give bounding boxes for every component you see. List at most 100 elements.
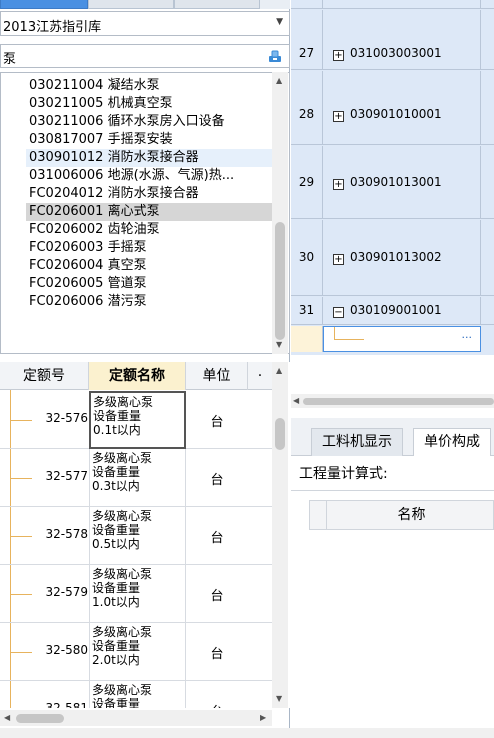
- detail-table-header: 名称: [309, 500, 494, 530]
- table-row-new[interactable]: ···: [291, 326, 494, 352]
- library-select-value: 2013江苏指引库: [3, 20, 102, 35]
- tree-branch: [10, 652, 32, 653]
- search-input-value: 泵: [3, 52, 17, 67]
- list-item[interactable]: FC0206004 真空泵: [26, 257, 147, 275]
- row-code: +030901010001: [323, 71, 481, 144]
- expand-icon[interactable]: +: [333, 50, 344, 61]
- library-tab-1[interactable]: [0, 0, 88, 9]
- table-row[interactable]: 32-579 多级离心泵 设备重量 1.0t以内 台: [0, 565, 272, 623]
- grid-hscroll[interactable]: ◀: [291, 394, 494, 408]
- col-header-more[interactable]: ·: [248, 362, 272, 390]
- row-number: 28: [291, 71, 323, 144]
- row-number: 27: [291, 10, 323, 69]
- expand-icon[interactable]: +: [333, 179, 344, 190]
- row-unit: 台: [210, 415, 224, 430]
- list-item[interactable]: 030211005 机械真空泵: [26, 95, 173, 113]
- table-row[interactable]: 27 +031003003001: [291, 10, 494, 70]
- library-tab-bar: [0, 0, 290, 9]
- table-row[interactable]: 32-581 多级离心泵设备重量 台: [0, 681, 272, 708]
- row-name[interactable]: 多级离心泵 设备重量 0.3t以内: [89, 449, 186, 507]
- table-row[interactable]: 31 −030109001001: [291, 297, 494, 325]
- table-row[interactable]: 32-578 多级离心泵 设备重量 0.5t以内 台: [0, 507, 272, 565]
- library-tab-3[interactable]: [174, 0, 260, 9]
- row-number: [291, 0, 323, 8]
- row-code: 32-577: [45, 469, 88, 483]
- scrollbar-thumb[interactable]: [16, 714, 64, 723]
- list-item[interactable]: 030817007 手摇泵安装: [26, 131, 173, 149]
- tree-branch: [10, 420, 32, 421]
- search-tool-icon[interactable]: [267, 48, 283, 64]
- tab-resources[interactable]: 工料机显示: [311, 428, 403, 456]
- table-row[interactable]: [291, 0, 494, 9]
- table-row[interactable]: 29 +030901013001: [291, 146, 494, 219]
- row-number: 29: [291, 146, 323, 218]
- table-row[interactable]: 30 +030901013002: [291, 220, 494, 296]
- scroll-up-icon[interactable]: ▲: [276, 366, 282, 375]
- col-header-name[interactable]: 名称: [326, 501, 494, 529]
- row-number: 31: [291, 297, 323, 324]
- expand-icon[interactable]: +: [333, 254, 344, 265]
- table-row[interactable]: 28 +030901010001: [291, 71, 494, 145]
- scroll-left-icon[interactable]: ◀: [293, 396, 299, 405]
- list-item-selected[interactable]: FC0206001 离心式泵: [26, 203, 272, 221]
- quota-table-hscroll[interactable]: ◀ ▶: [0, 710, 272, 726]
- divider: [291, 490, 494, 491]
- list-item[interactable]: FC0206006 潜污泵: [26, 293, 147, 311]
- scroll-down-icon[interactable]: ▼: [276, 694, 282, 703]
- table-row[interactable]: 32-580 多级离心泵 设备重量 2.0t以内 台: [0, 623, 272, 681]
- ellipsis-button[interactable]: ···: [462, 331, 473, 344]
- row-code: 32-576: [45, 411, 88, 425]
- col-header-name[interactable]: 定额名称: [89, 362, 186, 390]
- row-code: +030901013001: [323, 146, 481, 218]
- row-name[interactable]: 多级离心泵 设备重量 0.1t以内: [89, 391, 186, 449]
- scroll-down-icon[interactable]: ▼: [276, 340, 282, 349]
- row-code: 32-579: [45, 585, 88, 599]
- scroll-left-icon[interactable]: ◀: [4, 713, 10, 722]
- quota-table-vscroll[interactable]: ▲ ▼: [272, 362, 288, 708]
- library-tab-2[interactable]: [88, 0, 174, 9]
- row-unit: 台: [210, 473, 224, 488]
- code-list: 030211004 凝结水泵 030211005 机械真空泵 030211006…: [0, 72, 290, 354]
- formula-label: 工程量计算式:: [299, 466, 388, 482]
- scrollbar-thumb[interactable]: [303, 398, 494, 405]
- row-code: 32-578: [45, 527, 88, 541]
- row-unit: 台: [210, 647, 224, 662]
- library-select[interactable]: 2013江苏指引库 ▼: [0, 11, 290, 36]
- list-item[interactable]: FC0206002 齿轮油泵: [26, 221, 160, 239]
- list-item[interactable]: FC0204012 消防水泵接合器: [26, 185, 199, 203]
- new-row-editor[interactable]: ···: [323, 326, 481, 352]
- expand-icon[interactable]: +: [333, 111, 344, 122]
- collapse-icon[interactable]: −: [333, 307, 344, 318]
- list-item[interactable]: FC0206003 手摇泵: [26, 239, 147, 257]
- tab-unit-price[interactable]: 单价构成: [413, 428, 491, 456]
- row-name[interactable]: 多级离心泵 设备重量 1.0t以内: [89, 565, 186, 623]
- list-item[interactable]: FC0206005 管道泵: [26, 275, 147, 293]
- chevron-down-icon[interactable]: ▼: [276, 17, 283, 27]
- row-unit: 台: [186, 701, 248, 708]
- scrollbar-thumb[interactable]: [275, 222, 285, 340]
- tree-branch: [10, 536, 32, 537]
- list-item[interactable]: 031006006 地源(水源、气源)热...: [26, 167, 234, 185]
- row-number: [291, 326, 323, 352]
- row-code: −030109001001: [323, 297, 481, 324]
- scrollbar-thumb[interactable]: [275, 418, 285, 450]
- code-list-scrollbar[interactable]: ▲ ▼: [272, 72, 288, 354]
- search-input[interactable]: 泵: [0, 44, 290, 68]
- col-header-unit[interactable]: 单位: [186, 362, 248, 390]
- col-header-code[interactable]: 定额号: [0, 362, 89, 390]
- row-name[interactable]: 多级离心泵 设备重量 2.0t以内: [89, 623, 186, 681]
- scroll-right-icon[interactable]: ▶: [260, 713, 266, 722]
- row-code: 32-581: [45, 701, 88, 708]
- scroll-up-icon[interactable]: ▲: [276, 76, 282, 85]
- tree-branch: [10, 594, 32, 595]
- status-strip: [0, 728, 494, 738]
- row-code: [323, 0, 481, 8]
- row-name[interactable]: 多级离心泵 设备重量: [89, 681, 186, 708]
- bill-grid: 27 +031003003001 28 +030901010001 29 +03…: [291, 0, 494, 355]
- list-item[interactable]: 030901012 消防水泵接合器: [26, 149, 272, 167]
- row-name[interactable]: 多级离心泵 设备重量 0.5t以内: [89, 507, 186, 565]
- list-item[interactable]: 030211004 凝结水泵: [26, 77, 160, 95]
- list-item[interactable]: 030211006 循环水泵房入口设备: [26, 113, 225, 131]
- table-row[interactable]: 32-576 多级离心泵 设备重量 0.1t以内 台: [0, 391, 272, 449]
- table-row[interactable]: 32-577 多级离心泵 设备重量 0.3t以内 台: [0, 449, 272, 507]
